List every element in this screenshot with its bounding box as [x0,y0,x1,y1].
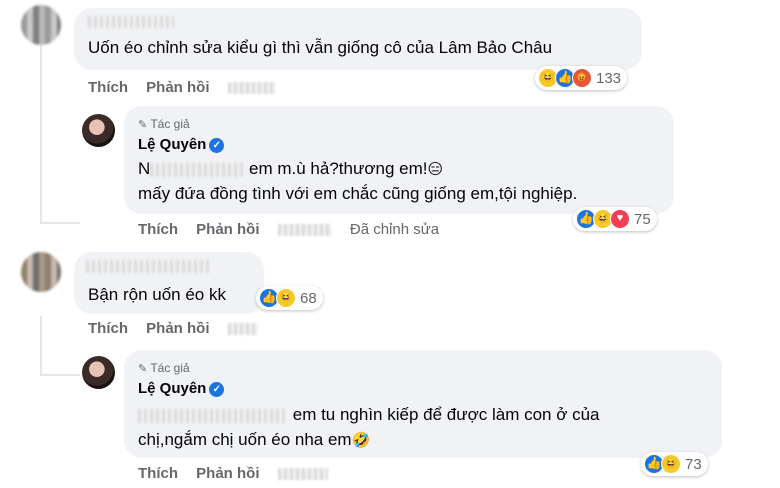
reaction-summary[interactable]: 👍 😆 68 [256,286,323,310]
author-avatar[interactable] [82,114,115,147]
unamused-emoji: 😑 [427,160,444,178]
reply-action[interactable]: Phản hồi [196,465,259,482]
reply-bubble: ✎ Tác giả Lệ Quyên ✓ N em m.ù hả?thương e… [124,106,674,214]
reply-bubble: ✎ Tác giả Lệ Quyên ✓ em tu nghìn kiếp để … [124,350,722,458]
timestamp-blurred [277,468,328,481]
avatar[interactable] [21,252,61,292]
author-badge: ✎ Tác giả [138,117,190,131]
author-name[interactable]: Lệ Quyên ✓ [138,380,225,397]
rofl-emoji: 🤣 [351,431,371,449]
reply-text-line-2: mấy đứa đồng tình với em chắc cũng giống… [138,184,578,203]
thread-line [40,222,80,224]
avatar[interactable] [21,5,61,45]
commenter-name-blurred[interactable] [86,260,212,273]
pen-icon: ✎ [138,119,148,131]
blurred-name [138,408,288,423]
timestamp-blurred [227,82,276,95]
like-action[interactable]: Thích [88,79,128,96]
comment-bubble: Uốn éo chỉnh sửa kiểu gì thì vẫn giống c… [74,8,642,70]
commenter-name-blurred[interactable] [88,16,174,28]
thread-line [40,374,80,376]
haha-icon: 😆 [276,288,296,308]
author-name[interactable]: Lệ Quyên ✓ [138,136,225,153]
reply-actions: Thích Phản hồi [138,465,342,482]
angry-icon: 😡 [572,68,592,88]
comment-text: Bận rộn uốn éo kk [88,285,226,304]
author-badge: ✎ Tác giả [138,361,190,375]
comment-text: Uốn éo chỉnh sửa kiểu gì thì vẫn giống c… [88,38,553,57]
comment-actions: Thích Phản hồi [88,320,272,337]
reaction-count: 75 [634,210,651,228]
reply-text-line-1: em tu nghìn kiếp để được làm con ở của [138,402,600,428]
pen-icon: ✎ [138,363,148,375]
like-action[interactable]: Thích [88,320,128,337]
comment-bubble: Bận rộn uốn éo kk [74,252,264,314]
reaction-count: 68 [300,289,317,307]
thread-line [40,316,42,376]
reaction-summary[interactable]: 😆 👍 😡 133 [535,66,628,90]
edited-label: Đã chỉnh sửa [349,221,440,238]
author-label: Tác giả [150,361,190,375]
verified-icon: ✓ [209,138,225,153]
author-label: Tác giả [150,117,190,131]
love-icon: ♥ [610,209,630,229]
reply-action[interactable]: Phản hồi [146,79,209,96]
reply-action[interactable]: Phản hồi [146,320,209,337]
reaction-summary[interactable]: 👍 😆 73 [641,452,708,476]
reply-text-line-2: chị,ngắm chị uốn éo nha em🤣 [138,430,371,449]
reaction-summary[interactable]: 👍 😆 ♥ 75 [573,207,657,231]
reaction-count: 73 [685,455,702,473]
haha-icon: 😆 [661,454,681,474]
timestamp-blurred [277,224,332,237]
blurred-name [150,162,245,177]
reply-action[interactable]: Phản hồi [196,221,259,238]
author-avatar[interactable] [82,356,115,389]
like-action[interactable]: Thích [138,221,178,238]
reply-actions: Thích Phản hồi Đã chỉnh sửa [138,221,453,238]
thread-line [40,42,42,222]
reply-text-line-1: N em m.ù hả?thương em!😑 [138,159,444,178]
verified-icon: ✓ [209,382,225,397]
reaction-count: 133 [596,69,622,87]
comment-actions: Thích Phản hồi [88,79,290,96]
like-action[interactable]: Thích [138,465,178,482]
timestamp-blurred [227,323,258,336]
